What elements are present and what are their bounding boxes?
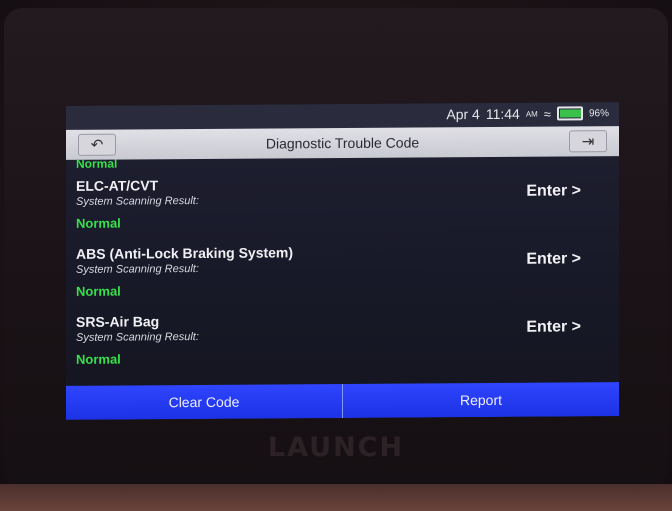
clear-code-button[interactable]: Clear Code	[66, 383, 343, 420]
scan-status: Normal	[76, 283, 121, 299]
brand-logo: LAUNCH	[267, 432, 405, 463]
scan-result-label: System Scanning Result:	[76, 195, 199, 208]
exit-button[interactable]: ⇥	[569, 130, 607, 153]
scan-status: Normal	[76, 351, 121, 367]
scan-result-label: System Scanning Result:	[76, 331, 199, 344]
system-name: SRS-Air Bag	[76, 313, 160, 330]
scan-result-label: System Scanning Result:	[76, 263, 199, 276]
status-right: Apr 4 11:44 AM ≈ 96%	[446, 105, 609, 123]
battery-fill	[559, 109, 582, 118]
device-screen: Apr 4 11:44 AM ≈ 96% ↶ Diagnostic Troubl…	[66, 102, 619, 420]
status-time: 11:44	[485, 105, 520, 122]
list-item[interactable]: SRS-Air Bag System Scanning Result: Norm…	[66, 310, 619, 382]
enter-button[interactable]: Enter >	[526, 250, 581, 268]
page-title: Diagnostic Trouble Code	[265, 134, 420, 152]
system-list[interactable]: Normal ELC-AT/CVT System Scanning Result…	[66, 156, 619, 386]
battery-percent: 96%	[588, 107, 609, 119]
scan-status: Normal	[76, 215, 121, 231]
wifi-icon: ≈	[543, 106, 551, 122]
report-button[interactable]: Report	[343, 382, 619, 418]
status-date: Apr 4	[446, 106, 480, 123]
table-surface	[0, 484, 672, 511]
list-item[interactable]: ELC-AT/CVT System Scanning Result: Norma…	[66, 174, 619, 246]
enter-button[interactable]: Enter >	[526, 318, 581, 336]
exit-icon: ⇥	[581, 133, 595, 151]
battery-icon	[556, 106, 583, 121]
system-name: ABS (Anti-Lock Braking System)	[76, 244, 294, 262]
system-name: ELC-AT/CVT	[76, 177, 159, 194]
action-bar: Clear Code Report	[66, 382, 619, 420]
status-ampm: AM	[525, 109, 538, 119]
title-bar: ↶ Diagnostic Trouble Code ⇥	[66, 126, 619, 160]
enter-button[interactable]: Enter >	[526, 182, 581, 200]
list-item[interactable]: ABS (Anti-Lock Braking System) System Sc…	[66, 242, 619, 314]
